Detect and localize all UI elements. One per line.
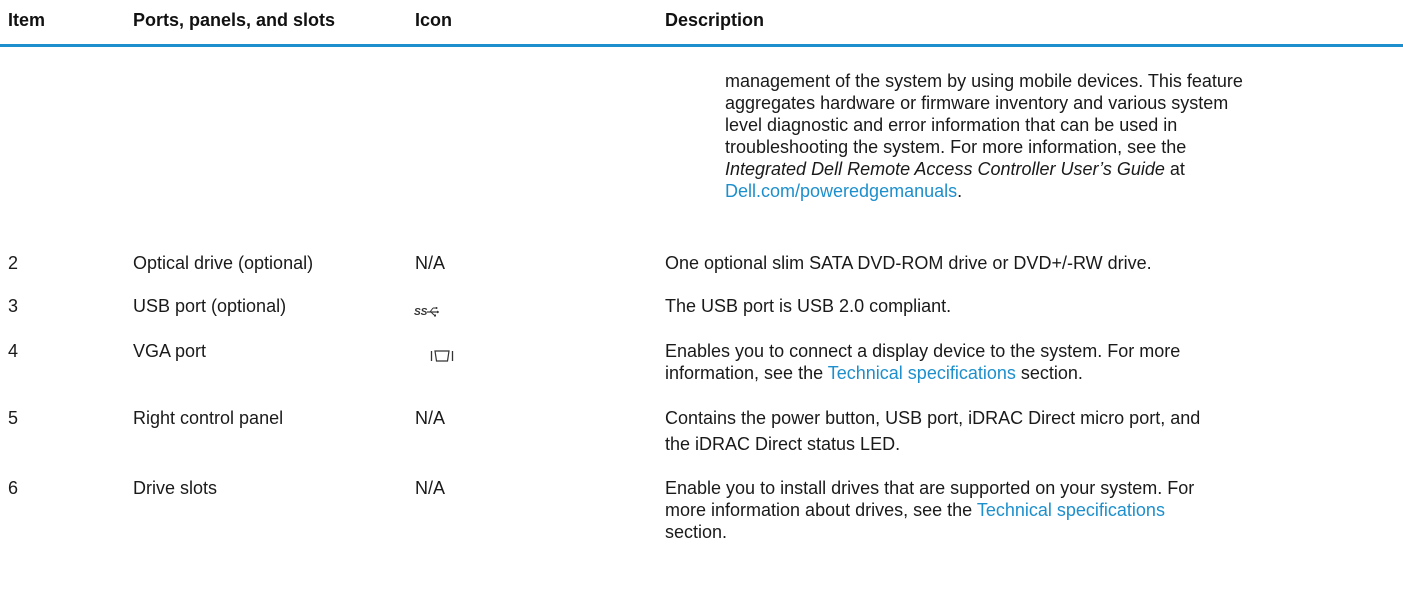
technical-specifications-link[interactable]: Technical specifications bbox=[828, 363, 1016, 383]
header-description: Description bbox=[665, 10, 765, 30]
technical-specifications-link[interactable]: Technical specifications bbox=[977, 500, 1165, 520]
svg-text:SS: SS bbox=[414, 307, 428, 317]
row-item: 6 bbox=[8, 478, 19, 498]
row-ports: Drive slots bbox=[133, 478, 218, 498]
row-description: Enable you to install drives that are su… bbox=[665, 478, 1195, 542]
continuation-line: level diagnostic and error information t… bbox=[725, 115, 1178, 135]
continuation-description: management of the system by using mobile… bbox=[725, 70, 1385, 202]
usb-superspeed-icon: SS bbox=[414, 305, 440, 317]
row-description: Enables you to connect a display device … bbox=[665, 341, 1181, 383]
row-ports: Right control panel bbox=[133, 408, 284, 428]
header-ports: Ports, panels, and slots bbox=[133, 10, 336, 30]
table-header: Item Ports, panels, and slots Icon Descr… bbox=[0, 0, 1403, 47]
continuation-line: management of the system by using mobile… bbox=[725, 71, 1243, 91]
row-icon-text: N/A bbox=[415, 478, 446, 498]
row-item: 3 bbox=[8, 296, 19, 316]
row-item: 5 bbox=[8, 408, 19, 428]
row-icon-text: N/A bbox=[415, 408, 446, 428]
header-icon: Icon bbox=[415, 10, 453, 30]
manuals-link[interactable]: Dell.com/poweredgemanuals bbox=[725, 181, 957, 201]
guide-title: Integrated Dell Remote Access Controller… bbox=[725, 159, 1165, 179]
continuation-line: aggregates hardware or firmware inventor… bbox=[725, 93, 1229, 113]
continuation-line: troubleshooting the system. For more inf… bbox=[725, 137, 1187, 157]
guide-suffix: at bbox=[1164, 159, 1185, 179]
row-item: 2 bbox=[8, 253, 19, 273]
row-description: One optional slim SATA DVD-ROM drive or … bbox=[665, 253, 1152, 273]
row-item: 4 bbox=[8, 341, 19, 361]
row-icon-text: N/A bbox=[415, 253, 446, 273]
row-ports: VGA port bbox=[133, 341, 207, 361]
period: . bbox=[957, 181, 963, 201]
row-description: The USB port is USB 2.0 compliant. bbox=[665, 296, 952, 316]
header-item: Item bbox=[8, 10, 46, 30]
row-description: Contains the power button, USB port, iDR… bbox=[665, 408, 1201, 454]
row-ports: USB port (optional) bbox=[133, 296, 287, 316]
vga-port-icon bbox=[430, 350, 454, 362]
row-ports: Optical drive (optional) bbox=[133, 253, 314, 273]
